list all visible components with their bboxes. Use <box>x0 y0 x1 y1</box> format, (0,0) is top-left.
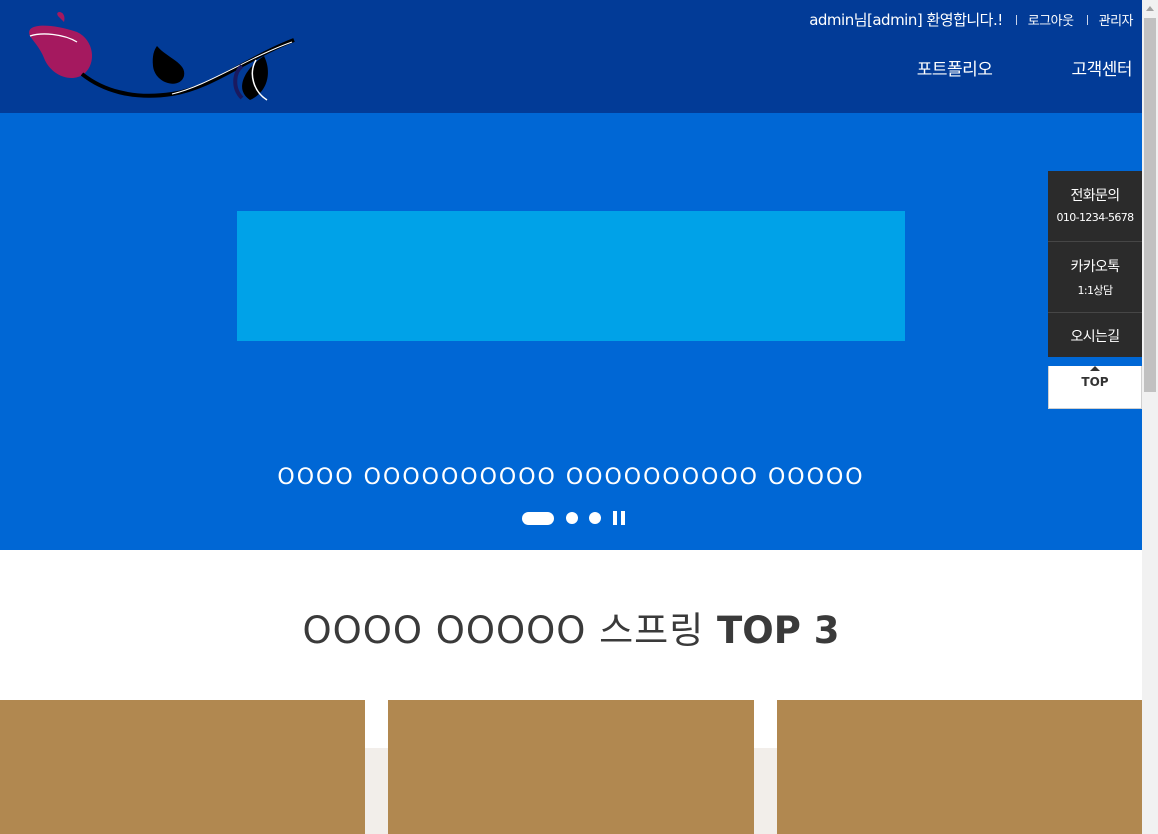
pause-icon-bar <box>621 511 625 525</box>
product-card[interactable] <box>777 700 1142 834</box>
divider <box>1015 14 1017 25</box>
slide-dot-2[interactable] <box>566 512 578 524</box>
section-title-emphasis: TOP 3 <box>717 609 840 652</box>
nav-item-portfolio[interactable]: 포트폴리오 <box>917 55 993 80</box>
quick-kakaotalk[interactable]: 카카오톡 1:1상담 <box>1048 242 1142 313</box>
quick-phone[interactable]: 전화문의 010-1234-5678 <box>1048 171 1142 242</box>
nav-item-customer-center[interactable]: 고객센터 <box>1071 55 1132 80</box>
site-logo[interactable] <box>22 8 302 108</box>
scroll-up-icon[interactable] <box>1146 6 1154 11</box>
product-card[interactable] <box>0 700 365 834</box>
logout-link[interactable]: 로그아웃 <box>1028 10 1074 29</box>
quick-directions[interactable]: 오시는길 <box>1048 313 1142 357</box>
divider <box>1086 14 1088 25</box>
scroll-top-label: TOP <box>1081 375 1109 389</box>
quick-phone-title: 전화문의 <box>1070 188 1120 204</box>
hero-banner-image <box>237 211 905 341</box>
page: admin님[admin] 환영합니다.! 로그아웃 관리자 포트폴리오 고객센… <box>0 0 1142 834</box>
hero-slider: OOOO OOOOOOOOOO OOOOOOOOOO OOOOO <box>0 113 1142 550</box>
arrow-up-icon <box>1090 366 1100 371</box>
main-nav: 포트폴리오 고객센터 <box>917 55 1133 80</box>
welcome-message: admin님[admin] 환영합니다.! <box>809 11 1003 29</box>
admin-link[interactable]: 관리자 <box>1099 10 1134 29</box>
slider-pager <box>522 511 625 525</box>
scrollbar-thumb[interactable] <box>1144 18 1156 392</box>
quick-directions-title: 오시는길 <box>1070 329 1120 345</box>
vertical-scrollbar[interactable] <box>1142 0 1158 834</box>
quick-kakao-title: 카카오톡 <box>1070 259 1120 275</box>
section-title: OOOO OOOOO 스프링 TOP 3 <box>0 600 1142 654</box>
site-header: admin님[admin] 환영합니다.! 로그아웃 관리자 포트폴리오 고객센… <box>0 0 1142 113</box>
quick-kakao-sub: 1:1상담 <box>1077 284 1114 297</box>
hero-caption: OOOO OOOOOOOOOO OOOOOOOOOO OOOOO <box>277 465 865 490</box>
scroll-top-button[interactable]: TOP <box>1048 366 1142 409</box>
pause-button[interactable] <box>613 511 625 525</box>
top-utility-bar: admin님[admin] 환영합니다.! 로그아웃 관리자 <box>809 9 1133 30</box>
quick-phone-number: 010-1234-5678 <box>1056 211 1134 224</box>
slide-dot-1[interactable] <box>522 511 554 525</box>
product-card[interactable] <box>388 700 754 834</box>
section-title-text: OOOO OOOOO 스프링 <box>302 609 705 652</box>
slide-dot-3[interactable] <box>589 512 601 524</box>
quick-menu: 전화문의 010-1234-5678 카카오톡 1:1상담 오시는길 TOP <box>1048 171 1142 409</box>
pause-icon-bar <box>613 511 617 525</box>
